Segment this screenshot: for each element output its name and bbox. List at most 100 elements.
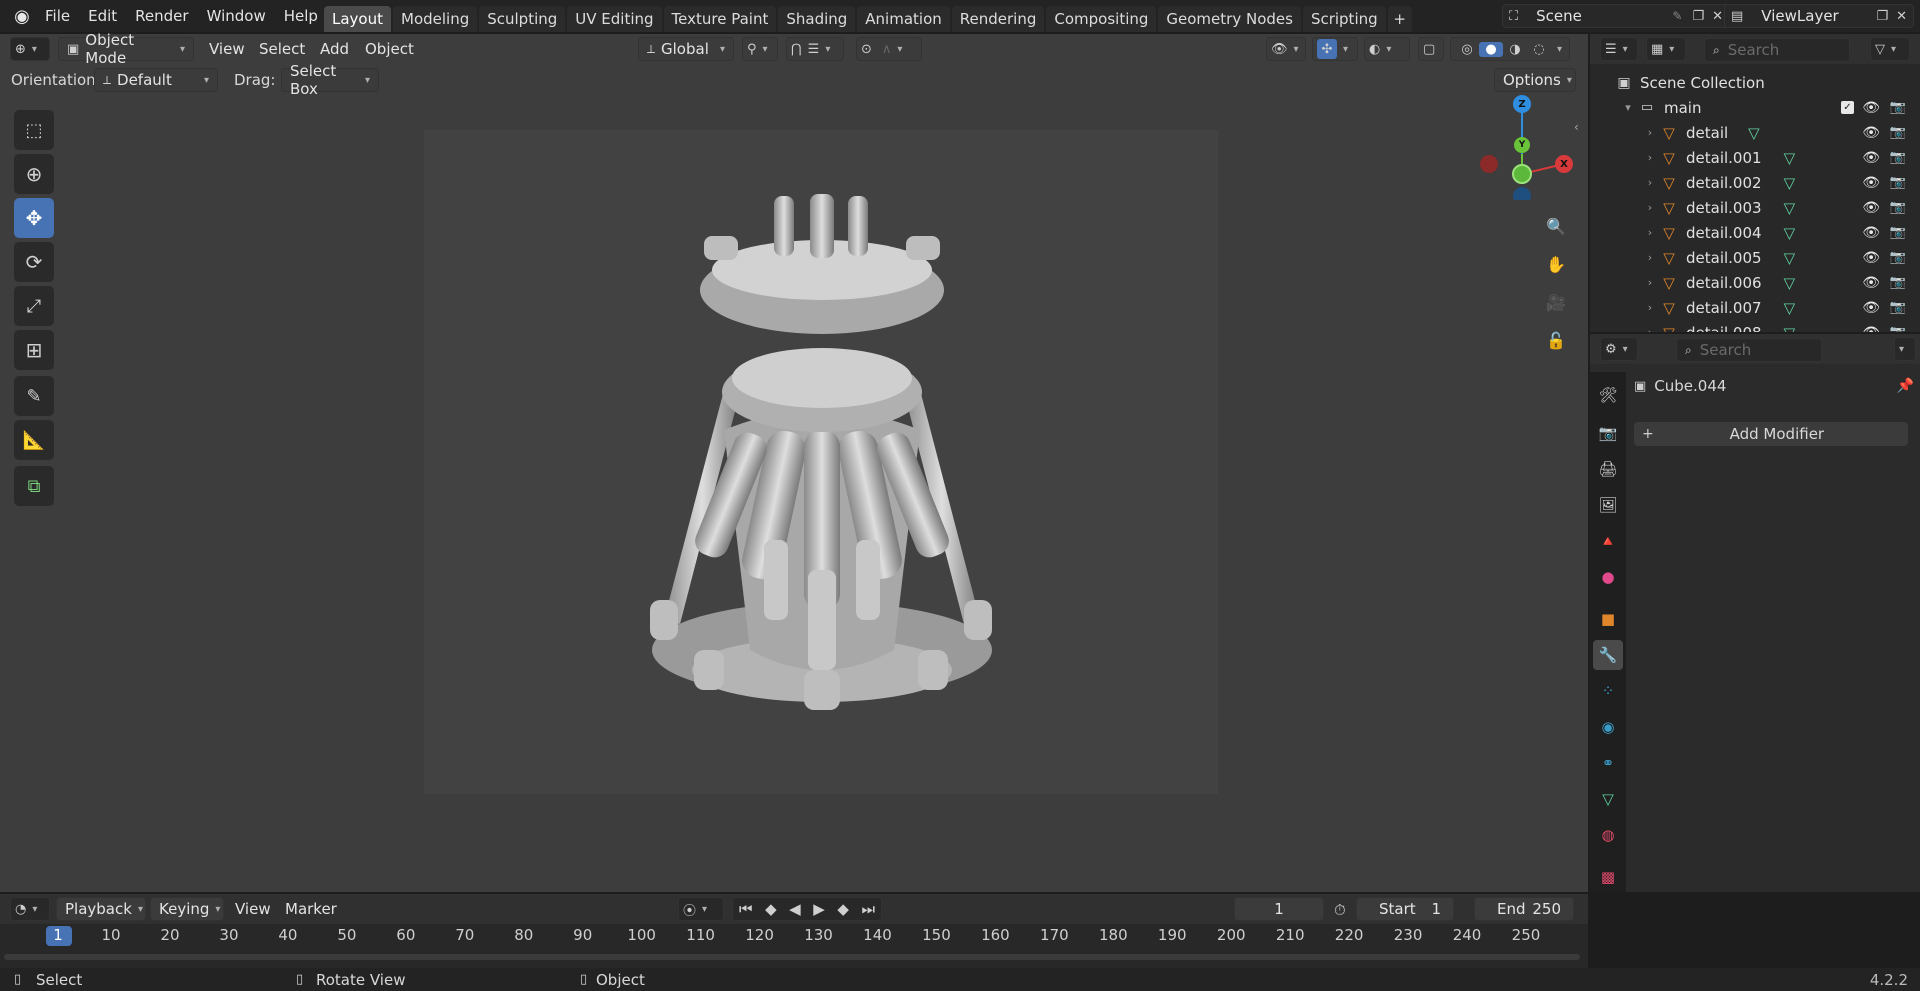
scene-collection-row[interactable]: ▣ Scene Collection — [1590, 70, 1920, 95]
expand-chevron-icon[interactable]: › — [1642, 151, 1658, 164]
wireframe-shading-icon[interactable]: ◎ — [1455, 42, 1479, 57]
visibility-eye-icon[interactable]: 👁 — [1862, 275, 1880, 291]
main-collection-row[interactable]: ▾ ▭ main ✓ 👁 📷 — [1590, 95, 1920, 120]
playback-dropdown[interactable]: Playback ▾ — [56, 897, 146, 921]
copy-icon[interactable]: ❐ — [1692, 9, 1704, 24]
menu-window[interactable]: Window — [198, 0, 275, 32]
engine-model[interactable] — [424, 130, 1218, 794]
zoom-button[interactable]: 🔍 — [1542, 212, 1570, 240]
render-camera-icon[interactable]: 📷 — [1890, 250, 1906, 265]
material-shading-icon[interactable]: ◑ — [1503, 42, 1527, 57]
gizmo-toggle[interactable]: ✣ ▾ — [1312, 37, 1358, 61]
tab-scripting[interactable]: Scripting — [1302, 6, 1386, 32]
world-tab[interactable]: ● — [1593, 562, 1623, 592]
close-icon[interactable]: ✕ — [1896, 9, 1907, 24]
physics-tab[interactable]: ◉ — [1593, 712, 1623, 742]
filter-dropdown[interactable]: ▽ ▾ — [1870, 37, 1910, 61]
jump-end-icon[interactable]: ⏭ — [861, 900, 875, 918]
tab-texture-paint[interactable]: Texture Paint — [663, 6, 777, 32]
visibility-eye-icon[interactable]: 👁 — [1862, 300, 1880, 316]
visibility-eye-icon[interactable]: 👁 — [1862, 150, 1880, 166]
exclude-checkbox[interactable]: ✓ — [1841, 101, 1854, 114]
texture-tab[interactable]: ▩ — [1593, 862, 1623, 892]
pivot-point-dropdown[interactable]: ⚲ ▾ — [742, 37, 778, 61]
constraints-tab[interactable]: ⚭ — [1593, 748, 1623, 778]
render-camera-icon[interactable]: 📷 — [1890, 275, 1906, 290]
jump-start-icon[interactable]: ⏮ — [739, 900, 753, 918]
timeline-editor-type[interactable]: ◔ ▾ — [10, 897, 50, 921]
xray-toggle[interactable]: ▢ — [1418, 37, 1444, 61]
scene-tab[interactable]: 🔺 — [1593, 526, 1623, 556]
prev-keyframe-icon[interactable]: ◆ — [765, 900, 777, 918]
stopwatch-icon[interactable]: ⏱ — [1334, 901, 1346, 919]
outliner-object-row[interactable]: › ▽ detail.001 ▽ 👁 📷 — [1590, 145, 1920, 170]
orientation-default-dropdown[interactable]: ⟂ Default ▾ — [94, 68, 218, 92]
visibility-eye-icon[interactable]: 👁 — [1862, 200, 1880, 216]
viewport-menu-select[interactable]: Select — [250, 34, 314, 64]
outliner-object-row[interactable]: ›▽detail.008▽👁📷 — [1590, 320, 1920, 333]
start-frame-field[interactable]: Start 1 — [1356, 897, 1454, 921]
transform-orientation-dropdown[interactable]: ⟂ Global ▾ — [638, 37, 734, 61]
timeline-scrollbar[interactable] — [4, 954, 1580, 960]
menu-edit[interactable]: Edit — [79, 0, 126, 32]
expand-chevron-icon[interactable]: › — [1642, 226, 1658, 239]
play-reverse-icon[interactable]: ◀ — [789, 900, 801, 918]
outliner-object-row[interactable]: › ▽ detail.004 ▽ 👁 📷 — [1590, 220, 1920, 245]
end-frame-field[interactable]: End 250 — [1474, 897, 1574, 921]
scene-selector[interactable]: ⛶ Scene ✎ ❐ ✕ — [1502, 4, 1730, 28]
tab-layout[interactable]: Layout — [324, 6, 391, 32]
mesh-data-icon[interactable]: ▽ — [1784, 324, 1796, 333]
navigation-gizmo[interactable]: Z Y X — [1462, 90, 1573, 205]
move-tool[interactable]: ✥ — [14, 198, 54, 238]
properties-editor-type[interactable]: ⚙ ▾ — [1600, 337, 1638, 361]
proportional-edit-toggle[interactable]: ⊙ ∧ ▾ — [856, 37, 922, 61]
outliner-object-row[interactable]: › ▽ detail.003 ▽ 👁 📷 — [1590, 195, 1920, 220]
visibility-eye-icon[interactable]: 👁 — [1862, 225, 1880, 241]
lock-camera-button[interactable]: 🔓 — [1542, 326, 1570, 354]
menu-help[interactable]: Help — [275, 0, 327, 32]
pin-icon[interactable]: 📌 — [1897, 378, 1914, 394]
expand-chevron-icon[interactable]: › — [1642, 276, 1658, 289]
tab-sculpting[interactable]: Sculpting — [479, 6, 566, 32]
editor-type-button[interactable]: ⊕ ▾ — [10, 37, 50, 61]
output-tab[interactable]: 🖨 — [1593, 454, 1623, 484]
blender-logo-icon[interactable]: ◉ — [8, 6, 36, 27]
tab-animation[interactable]: Animation — [857, 6, 950, 32]
measure-tool[interactable]: 📐 — [14, 420, 54, 460]
timeline-menu-view[interactable]: View — [226, 894, 280, 924]
pan-button[interactable]: ✋ — [1542, 250, 1570, 278]
expand-chevron-icon[interactable]: › — [1642, 251, 1658, 264]
current-frame-field[interactable]: 1 — [1234, 897, 1324, 921]
camera-view-button[interactable]: 🎥 — [1542, 288, 1570, 316]
mesh-data-icon[interactable]: ▽ — [1784, 299, 1796, 317]
expand-chevron-icon[interactable]: › — [1642, 326, 1658, 332]
visibility-eye-icon[interactable]: 👁 — [1862, 175, 1880, 191]
solid-shading-icon[interactable]: ● — [1479, 41, 1503, 57]
visibility-dropdown[interactable]: 👁 ▾ — [1266, 37, 1306, 61]
gizmo-y-axis[interactable]: Y — [1514, 137, 1530, 153]
mesh-data-icon[interactable]: ▽ — [1784, 199, 1796, 217]
render-camera-icon[interactable]: 📷 — [1890, 200, 1906, 215]
outliner-object-row[interactable]: › ▽ detail.007 ▽ 👁 📷 — [1590, 295, 1920, 320]
tool-tab[interactable]: 🛠 — [1593, 380, 1623, 410]
mesh-data-icon[interactable]: ▽ — [1748, 124, 1760, 142]
display-mode-dropdown[interactable]: ▦ ▾ — [1646, 37, 1686, 61]
render-tab[interactable]: 📷 — [1593, 418, 1623, 448]
render-camera-icon[interactable]: 📷 — [1890, 300, 1906, 315]
close-icon[interactable]: ✕ — [1712, 9, 1723, 24]
expand-chevron-icon[interactable]: › — [1642, 301, 1658, 314]
mode-dropdown[interactable]: ▣ Object Mode ▾ — [58, 31, 194, 67]
particles-tab[interactable]: ⁘ — [1593, 676, 1623, 706]
viewlayer-selector[interactable]: ▤ ViewLayer ❐ ✕ — [1724, 4, 1914, 28]
render-camera-icon[interactable]: 📷 — [1890, 175, 1906, 190]
expand-chevron-icon[interactable]: › — [1642, 176, 1658, 189]
gizmo-x-axis[interactable]: X — [1555, 155, 1573, 173]
sidebar-toggle-icon[interactable]: ‹ — [1574, 120, 1579, 134]
view-layer-tab[interactable]: 🖼 — [1593, 490, 1623, 520]
render-camera-icon[interactable]: 📷 — [1890, 100, 1906, 115]
visibility-eye-icon[interactable]: 👁 — [1862, 325, 1880, 333]
transform-tool[interactable]: ⊞ — [14, 330, 54, 370]
tab-uv-editing[interactable]: UV Editing — [567, 6, 662, 32]
mesh-data-icon[interactable]: ▽ — [1784, 274, 1796, 292]
playback-controls[interactable]: ⏮ ◆ ◀ ▶ ◆ ⏭ — [732, 897, 882, 921]
